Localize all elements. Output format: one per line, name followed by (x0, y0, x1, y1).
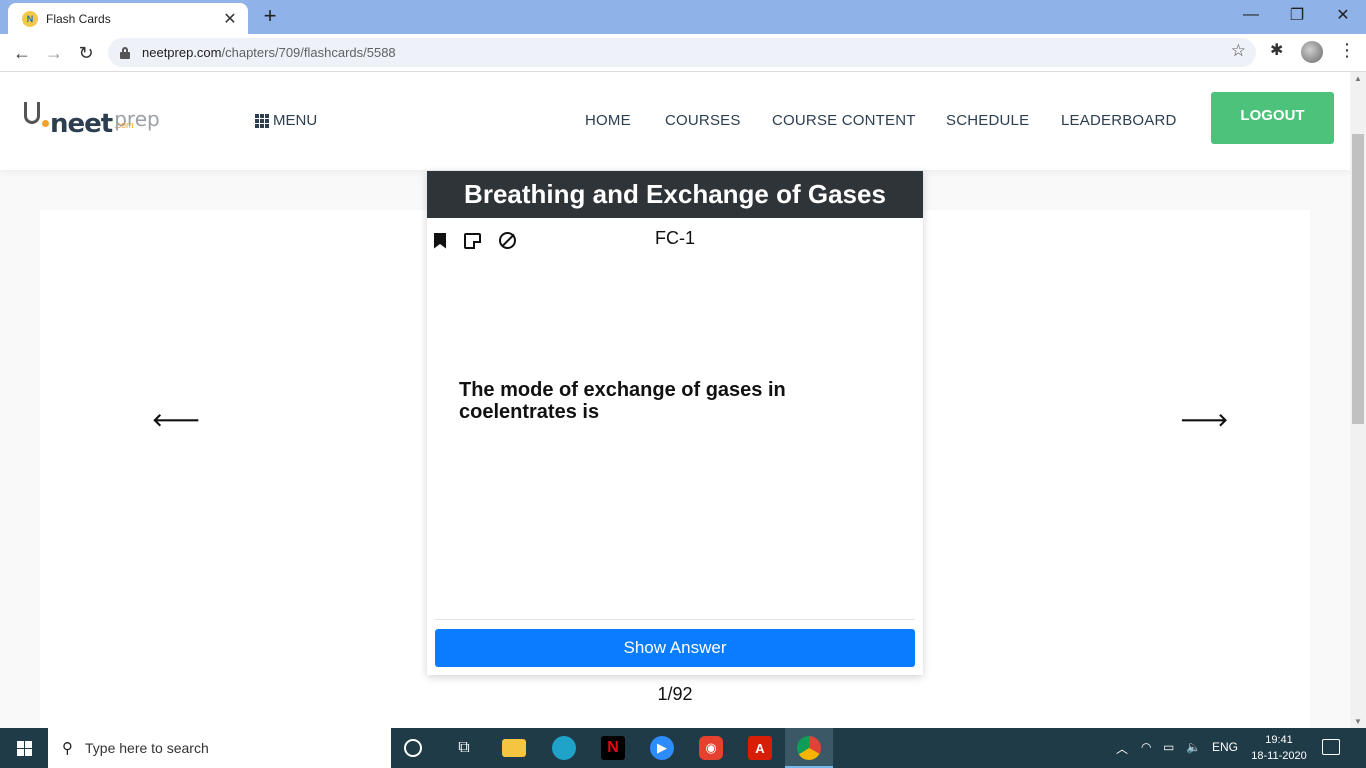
cortana-icon[interactable] (404, 739, 422, 757)
show-answer-button[interactable]: Show Answer (435, 629, 915, 667)
logo-com-text: .com (114, 120, 134, 130)
page-viewport: neet prep .com MENU HOME COURSES COURSE … (0, 72, 1350, 728)
chrome-icon (797, 736, 821, 760)
notification-icon[interactable] (1322, 739, 1340, 755)
file-explorer-icon[interactable] (502, 739, 526, 757)
flashcard: Breathing and Exchange of Gases FC-1 The… (427, 171, 923, 675)
extensions-puzzle-icon[interactable]: ✱ (1270, 40, 1283, 60)
question-text: The mode of exchange of gases in coelent… (459, 379, 786, 423)
scroll-down-icon[interactable]: ▼ (1354, 717, 1362, 726)
browser-tab[interactable]: N Flash Cards ✕ (8, 3, 248, 34)
close-window-button[interactable]: ✕ (1320, 0, 1366, 30)
edge-icon[interactable] (552, 736, 576, 760)
windows-logo-icon (16, 740, 32, 756)
menu-label: MENU (273, 112, 318, 129)
battery-icon[interactable]: ▭ (1163, 740, 1174, 754)
menu-button[interactable]: MENU (255, 112, 317, 129)
search-icon: ⚲ (62, 740, 73, 757)
chevron-up-icon[interactable]: ︿ (1116, 740, 1128, 757)
tab-title: Flash Cards (46, 11, 111, 26)
address-bar[interactable]: neetprep.com/chapters/709/flashcards/558… (108, 38, 1256, 67)
lock-icon (120, 46, 130, 59)
clock-date: 18-11-2020 (1251, 750, 1307, 762)
windows-taskbar: ⚲ Type here to search ⧉ N ▶ ◉ A ︿ ◠ ▭ 🔈 … (0, 728, 1366, 768)
card-counter: 1/92 (657, 684, 693, 704)
card-divider (435, 619, 915, 620)
nav-course-content[interactable]: COURSE CONTENT (772, 112, 916, 129)
taskbar-search[interactable]: ⚲ Type here to search (48, 728, 391, 768)
logout-button[interactable]: LOGOUT (1211, 92, 1334, 144)
next-card-arrow-icon[interactable]: 🡒 (1180, 410, 1228, 431)
browser-menu-icon[interactable]: ⋮ (1338, 40, 1356, 61)
scroll-thumb[interactable] (1352, 134, 1364, 424)
search-placeholder: Type here to search (85, 740, 209, 756)
language-indicator[interactable]: ENG (1212, 740, 1238, 754)
app-icon[interactable]: ◉ (699, 736, 723, 760)
browser-tab-strip: N Flash Cards ✕ + — ❐ ✕ (0, 0, 1366, 34)
reload-icon[interactable]: ↻ (73, 40, 99, 66)
chrome-taskbar-active[interactable] (785, 728, 833, 768)
netflix-icon[interactable]: N (601, 736, 625, 760)
chapter-title: Breathing and Exchange of Gases (427, 171, 923, 218)
grid-menu-icon (255, 113, 269, 128)
bookmark-star-icon[interactable]: ☆ (1231, 41, 1246, 61)
page-scrollbar[interactable]: ▲ ▼ (1350, 72, 1366, 728)
acrobat-icon[interactable]: A (748, 736, 772, 760)
volume-icon[interactable]: 🔈 (1186, 740, 1201, 754)
nav-courses[interactable]: COURSES (665, 112, 741, 129)
logo-neet-text: neet (50, 109, 113, 139)
profile-avatar[interactable] (1301, 41, 1323, 63)
taskbar-clock[interactable]: 19:41 18-11-2020 (1248, 732, 1310, 764)
scroll-up-icon[interactable]: ▲ (1354, 74, 1362, 83)
neetprep-favicon-icon: N (22, 10, 38, 27)
zoom-icon[interactable]: ▶ (650, 736, 674, 760)
nav-leaderboard[interactable]: LEADERBOARD (1061, 112, 1177, 129)
tab-close-icon[interactable]: ✕ (222, 9, 238, 29)
minimize-button[interactable]: — (1228, 0, 1274, 30)
task-view-icon[interactable]: ⧉ (452, 736, 476, 760)
start-button[interactable] (0, 728, 48, 768)
stethoscope-icon (22, 102, 50, 138)
neetprep-logo[interactable]: neet prep .com (22, 102, 160, 138)
wifi-icon[interactable]: ◠ (1141, 740, 1151, 754)
new-tab-button[interactable]: + (258, 4, 282, 28)
nav-home[interactable]: HOME (585, 112, 631, 129)
url-host: neetprep.com (142, 45, 222, 60)
clock-time: 19:41 (1265, 734, 1293, 746)
site-header: neet prep .com MENU HOME COURSES COURSE … (0, 72, 1350, 170)
forward-arrow-icon[interactable]: → (41, 40, 67, 66)
previous-card-arrow-icon[interactable]: 🡐 (152, 410, 200, 431)
card-id: FC-1 (655, 228, 695, 248)
browser-toolbar: ← → ↻ neetprep.com/chapters/709/flashcar… (0, 34, 1366, 72)
back-arrow-icon[interactable]: ← (9, 40, 35, 66)
restore-button[interactable]: ❐ (1274, 0, 1320, 30)
url-path: /chapters/709/flashcards/5588 (221, 45, 396, 60)
nav-schedule[interactable]: SCHEDULE (946, 112, 1029, 129)
